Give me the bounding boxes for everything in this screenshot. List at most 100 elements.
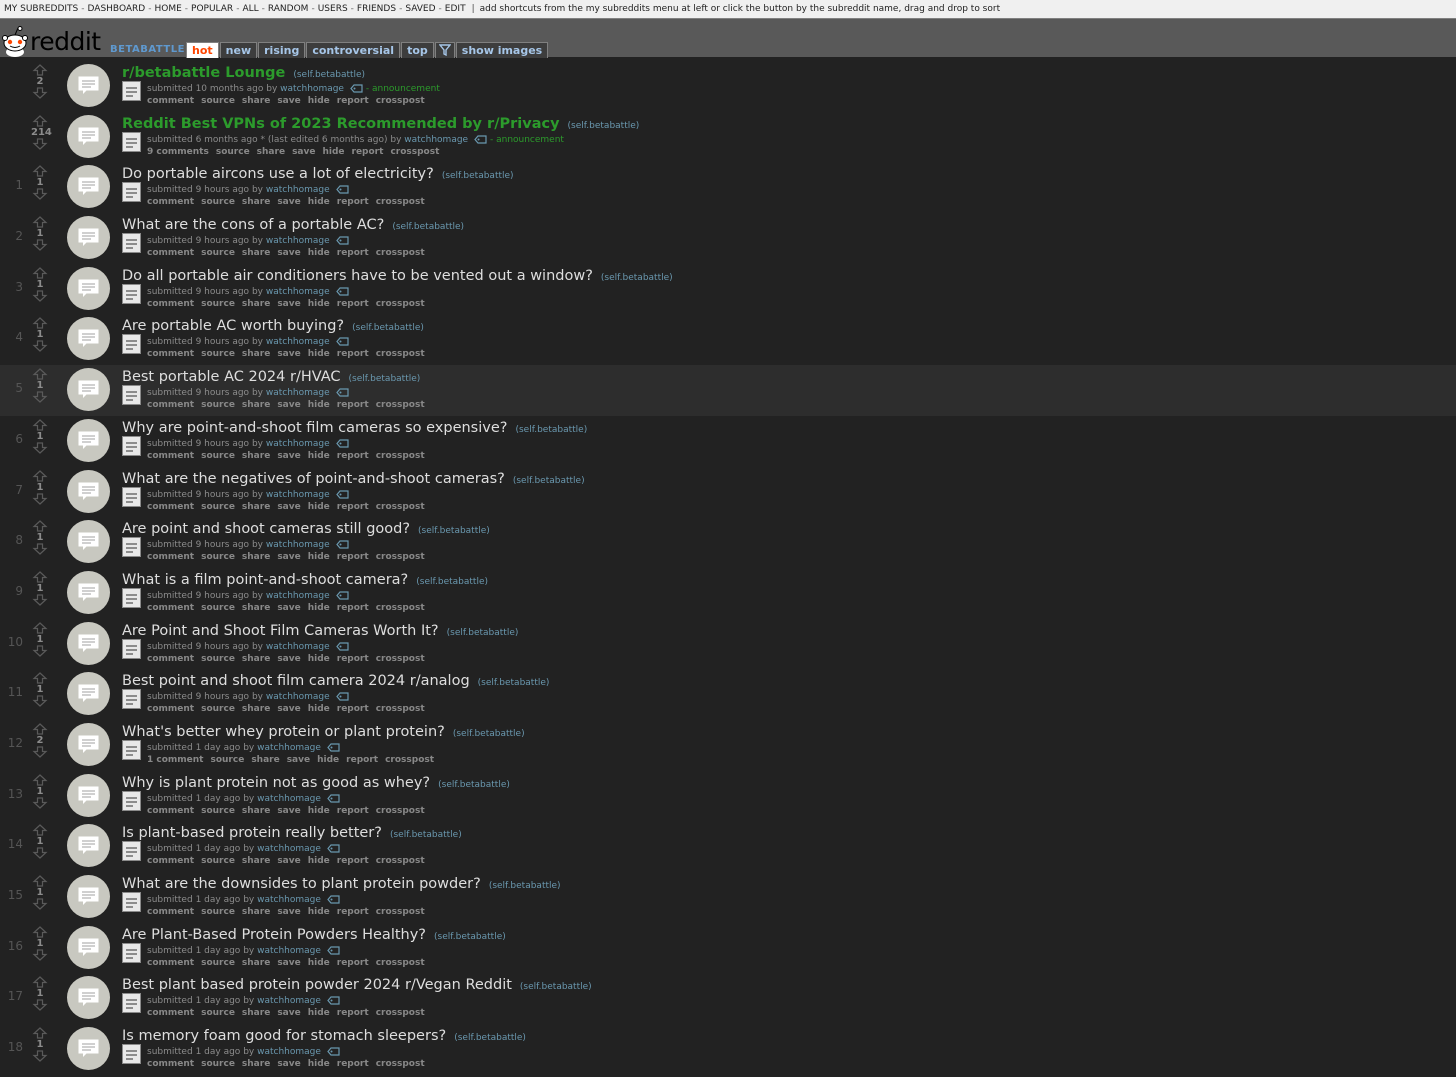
comments-button[interactable]: comment — [147, 400, 194, 410]
share-button[interactable]: share — [257, 147, 285, 157]
post-thumbnail[interactable] — [67, 165, 110, 209]
comments-button[interactable]: comment — [147, 907, 194, 917]
hide-button[interactable]: hide — [308, 96, 330, 106]
hide-button[interactable]: hide — [308, 856, 330, 866]
source-button[interactable]: source — [201, 451, 235, 461]
expando-button[interactable] — [122, 587, 141, 608]
share-button[interactable]: share — [242, 856, 270, 866]
flair-tag-icon[interactable] — [474, 135, 487, 144]
share-button[interactable]: share — [242, 502, 270, 512]
post-domain[interactable]: (self.betabattle) — [454, 1033, 526, 1043]
show-images-button[interactable]: show images — [455, 42, 549, 58]
crosspost-button[interactable]: crosspost — [376, 603, 425, 613]
expando-button[interactable] — [122, 739, 141, 760]
share-button[interactable]: share — [242, 96, 270, 106]
post-title[interactable]: Do portable aircons use a lot of electri… — [122, 166, 434, 182]
source-button[interactable]: source — [201, 907, 235, 917]
subreddit-name[interactable]: BETABATTLE — [110, 44, 185, 55]
topbar-link[interactable]: POPULAR — [191, 4, 233, 14]
share-button[interactable]: share — [242, 248, 270, 258]
report-button[interactable]: report — [352, 147, 384, 157]
upvote-icon[interactable] — [31, 672, 49, 684]
expando-button[interactable] — [122, 233, 141, 254]
post-title[interactable]: Is plant-based protein really better? — [122, 825, 382, 841]
post-author[interactable]: watchhomage — [266, 287, 330, 297]
post-title[interactable]: Best portable AC 2024 r/HVAC — [122, 369, 341, 385]
post-author[interactable]: watchhomage — [266, 439, 330, 449]
flair-tag-icon[interactable] — [335, 337, 349, 347]
share-button[interactable]: share — [251, 755, 279, 765]
topbar-link[interactable]: FRIENDS — [357, 4, 396, 14]
hide-button[interactable]: hide — [308, 1059, 330, 1069]
post-title[interactable]: Are portable AC worth buying? — [122, 318, 344, 334]
post-domain[interactable]: (self.betabattle) — [416, 577, 488, 587]
downvote-icon[interactable] — [31, 797, 49, 809]
comments-button[interactable]: 9 comments — [147, 147, 209, 157]
post-domain[interactable]: (self.betabattle) — [601, 273, 673, 283]
post-thumbnail[interactable] — [67, 672, 110, 716]
upvote-icon[interactable] — [31, 976, 49, 988]
post-title[interactable]: r/betabattle Lounge — [122, 65, 285, 81]
save-button[interactable]: save — [277, 299, 300, 309]
topbar-link[interactable]: ALL — [242, 4, 258, 14]
post-author[interactable]: watchhomage — [266, 692, 330, 702]
post-domain[interactable]: (self.betabattle) — [293, 70, 365, 80]
upvote-icon[interactable] — [31, 418, 49, 431]
downvote-icon[interactable] — [31, 898, 49, 910]
save-button[interactable]: save — [277, 349, 300, 359]
source-button[interactable]: source — [201, 856, 235, 866]
tab-new[interactable]: new — [219, 42, 258, 58]
save-button[interactable]: save — [277, 704, 300, 714]
flair-tag-icon[interactable] — [327, 996, 340, 1005]
post-author[interactable]: watchhomage — [257, 844, 321, 854]
post-author[interactable]: watchhomage — [257, 895, 321, 905]
source-button[interactable]: source — [201, 400, 235, 410]
save-button[interactable]: save — [277, 552, 300, 562]
post-thumbnail[interactable] — [67, 773, 110, 817]
downvote-icon[interactable] — [31, 1050, 49, 1062]
save-button[interactable]: save — [277, 400, 300, 410]
source-button[interactable]: source — [201, 654, 235, 664]
flair-tag-icon[interactable] — [335, 641, 349, 651]
crosspost-button[interactable]: crosspost — [390, 147, 439, 157]
tab-hot[interactable]: hot — [186, 42, 219, 58]
report-button[interactable]: report — [337, 299, 369, 309]
hide-button[interactable]: hide — [308, 502, 330, 512]
share-button[interactable]: share — [242, 958, 270, 968]
post-title[interactable]: Are Plant-Based Protein Powders Healthy? — [122, 927, 426, 943]
expando-button[interactable] — [122, 689, 141, 710]
crosspost-button[interactable]: crosspost — [376, 856, 425, 866]
topbar-link[interactable]: MY SUBREDDITS — [4, 4, 78, 14]
source-button[interactable]: source — [201, 1008, 235, 1018]
save-button[interactable]: save — [292, 147, 315, 157]
post-author[interactable]: watchhomage — [280, 84, 344, 94]
save-button[interactable]: save — [287, 755, 310, 765]
share-button[interactable]: share — [242, 907, 270, 917]
post-domain[interactable]: (self.betabattle) — [489, 881, 561, 891]
report-button[interactable]: report — [337, 806, 369, 816]
hide-button[interactable]: hide — [308, 907, 330, 917]
post-title[interactable]: Why are point-and-shoot film cameras so … — [122, 420, 507, 436]
flair-tag-icon[interactable] — [350, 84, 363, 93]
comments-button[interactable]: comment — [147, 1008, 194, 1018]
report-button[interactable]: report — [337, 603, 369, 613]
post-domain[interactable]: (self.betabattle) — [568, 121, 640, 131]
expando-button[interactable] — [122, 334, 141, 355]
downvote-icon[interactable] — [31, 847, 49, 860]
crosspost-button[interactable]: crosspost — [376, 502, 425, 512]
flair-tag-icon[interactable] — [335, 388, 349, 397]
hide-button[interactable]: hide — [317, 755, 339, 765]
source-button[interactable]: source — [201, 552, 235, 562]
post-title[interactable]: Is memory foam good for stomach sleepers… — [122, 1028, 446, 1044]
post-domain[interactable]: (self.betabattle) — [447, 628, 519, 638]
save-button[interactable]: save — [277, 603, 300, 613]
topbar-link[interactable]: EDIT — [445, 4, 466, 14]
post-thumbnail[interactable] — [67, 469, 110, 513]
flair-tag-icon[interactable] — [335, 287, 349, 296]
post-domain[interactable]: (self.betabattle) — [438, 780, 510, 790]
post-thumbnail[interactable] — [67, 570, 110, 614]
save-button[interactable]: save — [277, 197, 300, 207]
topbar-link[interactable]: USERS — [318, 4, 348, 14]
source-button[interactable]: source — [201, 96, 235, 106]
post-title[interactable]: What is a film point-and-shoot camera? — [122, 572, 408, 588]
